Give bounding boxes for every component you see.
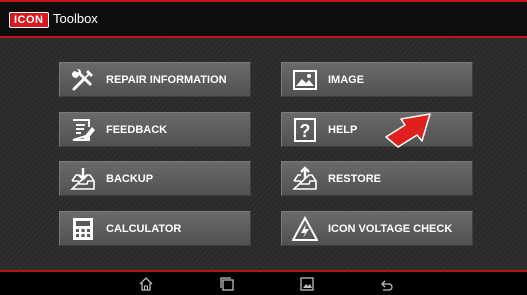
- back-icon[interactable]: [377, 276, 395, 292]
- screenshot-icon[interactable]: [298, 276, 316, 292]
- icon-voltage-check-button[interactable]: ICON VOLTAGE CHECK: [281, 211, 473, 246]
- repair-information-label: REPAIR INFORMATION: [106, 74, 227, 86]
- high-voltage-warning-icon: [292, 216, 318, 241]
- home-icon[interactable]: [137, 276, 155, 292]
- icon-voltage-check-label: ICON VOLTAGE CHECK: [328, 223, 453, 235]
- backup-button[interactable]: BACKUP: [59, 161, 251, 196]
- question-mark-icon: ?: [294, 118, 316, 142]
- image-label: IMAGE: [328, 74, 365, 86]
- feedback-button[interactable]: FEEDBACK: [59, 112, 251, 147]
- svg-text:?: ?: [300, 121, 311, 141]
- help-label: HELP: [328, 124, 358, 136]
- restore-button[interactable]: RESTORE: [281, 161, 473, 196]
- feedback-label: FEEDBACK: [106, 124, 168, 136]
- pointer-arrow: [385, 113, 431, 148]
- app-title: Toolbox: [53, 11, 98, 26]
- icon-logo: ICON: [9, 12, 49, 28]
- image-button[interactable]: IMAGE: [281, 62, 473, 97]
- calculator-label: CALCULATOR: [106, 223, 182, 235]
- backup-label: BACKUP: [106, 173, 154, 185]
- calculator-icon: [73, 218, 93, 240]
- title-bar: ICON Toolbox: [0, 0, 527, 38]
- repair-information-button[interactable]: REPAIR INFORMATION: [59, 62, 251, 97]
- toolbox-grid: REPAIR INFORMATION IMAGE FEEDBACK ? HELP: [0, 38, 527, 270]
- wrench-screwdriver-icon: [72, 68, 93, 91]
- calculator-button[interactable]: CALCULATOR: [59, 211, 251, 246]
- backup-tray-icon: [70, 168, 95, 190]
- recent-apps-icon[interactable]: [218, 276, 236, 292]
- system-nav-bar: [0, 270, 527, 295]
- restore-label: RESTORE: [328, 173, 381, 185]
- help-button[interactable]: ? HELP: [281, 112, 473, 147]
- image-icon: [293, 70, 317, 90]
- feedback-form-icon: [72, 119, 95, 141]
- restore-tray-icon: [292, 166, 317, 190]
